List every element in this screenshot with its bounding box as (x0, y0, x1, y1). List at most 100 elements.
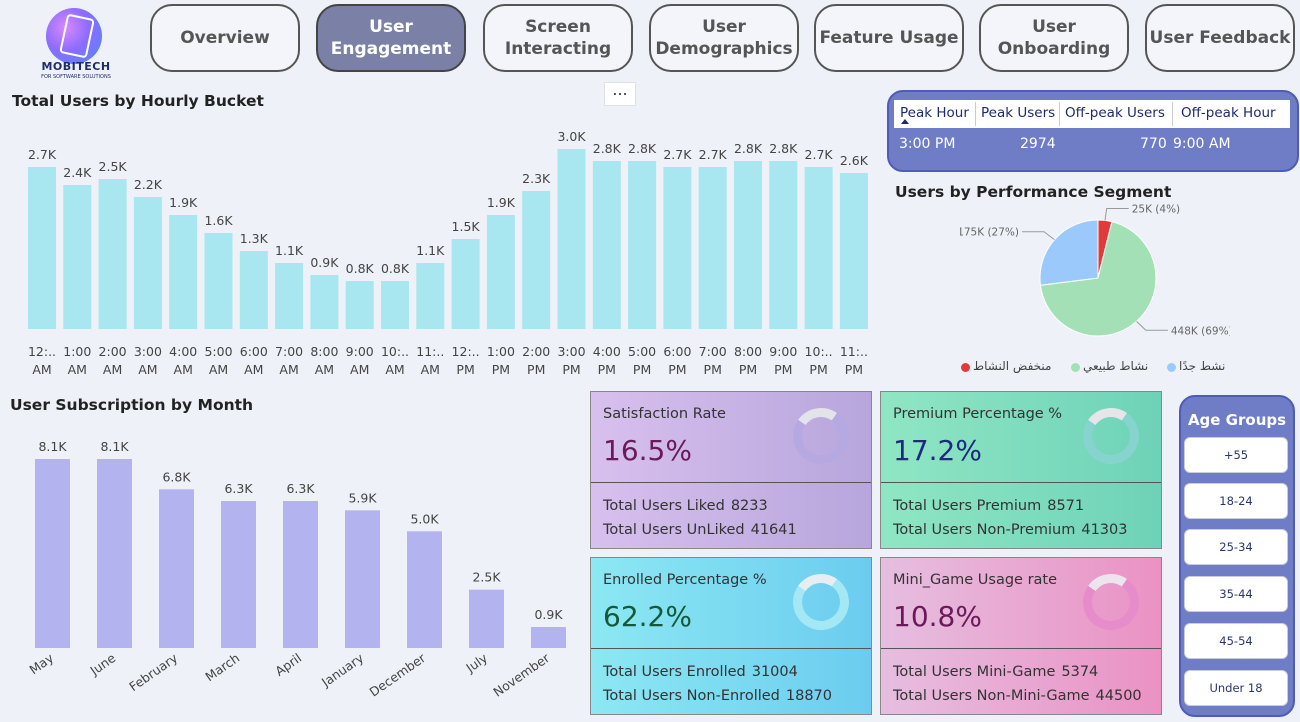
monthly-bar-chart: 8.1K May 8.1K June 6.8K February 6.3K March 6.3K… (26, 439, 566, 700)
pie-leader-line (1104, 208, 1129, 221)
hourly-bar (592, 161, 621, 329)
age-option-35-44[interactable]: 35-44 (1184, 576, 1288, 612)
monthly-bar (283, 501, 318, 648)
age-option-under-18[interactable]: Under 18 (1184, 670, 1288, 706)
detail-label: Total Users Mini-Game (893, 664, 1056, 680)
offpeak-users-value: 770 (1140, 136, 1167, 152)
hourly-data-label: 0.9K (310, 255, 339, 270)
logo-tagline: FOR SOFTWARE SOLUTIONS (41, 74, 111, 80)
hourly-tick-label: AM (350, 362, 369, 377)
monthly-data-label: 5.9K (348, 490, 377, 505)
satisfaction-card: Satisfaction Rate 16.5% Total Users Like… (590, 391, 872, 549)
pie-slice (1039, 219, 1099, 286)
hourly-chart-title: Total Users by Hourly Bucket (12, 92, 264, 110)
nav-overview-button[interactable]: Overview (150, 4, 300, 72)
nav-screen-interacting-button[interactable]: Screen Interacting (483, 4, 633, 72)
hourly-tick-label: AM (385, 362, 404, 377)
card-detail-2: Total Users Non-Enrolled 18870 (603, 688, 832, 704)
monthly-tick-label: April (272, 650, 304, 679)
hourly-bar (522, 191, 551, 329)
detail-label: Total Users Non-Premium (893, 522, 1076, 538)
hourly-tick-label: PM (598, 362, 616, 377)
divider (881, 482, 1161, 483)
hourly-bar (451, 239, 480, 329)
hourly-data-label: 2.4K (63, 165, 92, 180)
peak-hour-header[interactable]: Peak Hour (900, 105, 969, 121)
card-label: Satisfaction Rate (603, 406, 726, 422)
hourly-tick-label: 6:00 (663, 344, 691, 359)
hourly-tick-label: 7:00 (275, 344, 303, 359)
hourly-data-label: 1.5K (452, 219, 481, 234)
hourly-tick-label: PM (633, 362, 651, 377)
hourly-tick-label: 5:00 (204, 344, 232, 359)
monthly-tick-label: February (126, 650, 180, 694)
peak-hours-table: Peak Hour Peak Users Off-peak Users Off-… (887, 90, 1299, 172)
age-option-18-24[interactable]: 18-24 (1184, 483, 1288, 519)
age-option-45-54[interactable]: 45-54 (1184, 623, 1288, 659)
hourly-bar (557, 149, 586, 329)
card-label: Premium Percentage % (893, 406, 1063, 422)
monthly-bar (531, 627, 566, 648)
hourly-tick-label: 11:.. (416, 344, 444, 359)
legend-label-high: نشط جدًا (1179, 359, 1226, 373)
divider (881, 648, 1161, 649)
detail-label: Total Users Liked (603, 498, 725, 514)
offpeak-users-header[interactable]: Off-peak Users (1065, 105, 1165, 121)
pie-data-label: 25K (4%) (1132, 204, 1180, 216)
hourly-tick-label: PM (809, 362, 827, 377)
peak-users-value: 2974 (1020, 136, 1056, 152)
nav-user-onboarding-button[interactable]: User Onboarding (979, 4, 1129, 72)
monthly-bar (35, 459, 70, 648)
monthly-data-label: 8.1K (100, 439, 129, 454)
detail-value: 44500 (1095, 688, 1142, 704)
detail-label: Total Users Premium (893, 498, 1042, 514)
segment-pie-chart: 25K (4%) 448K (69%) 175K (27%) (960, 204, 1230, 338)
hourly-bar (486, 215, 515, 329)
satisfaction-ring-icon (788, 403, 854, 469)
monthly-bar (407, 531, 442, 648)
hourly-tick-label: PM (456, 362, 474, 377)
hourly-tick-label: PM (739, 362, 757, 377)
detail-label: Total Users Non-Enrolled (603, 688, 780, 704)
age-option-25-34[interactable]: 25-34 (1184, 529, 1288, 565)
card-detail-1: Total Users Mini-Game 5374 (893, 664, 1098, 680)
nav-user-engagement-button[interactable]: User Engagement (316, 4, 466, 72)
hourly-tick-label: 12:.. (28, 344, 56, 359)
peak-users-header[interactable]: Peak Users (981, 105, 1055, 121)
hourly-tick-label: 4:00 (169, 344, 197, 359)
legend-dot-icon (1071, 363, 1080, 372)
hourly-data-label: 2.6K (840, 153, 869, 168)
logo-name: MOBITECH (41, 60, 111, 73)
age-option-55-plus[interactable]: +55 (1184, 437, 1288, 473)
hourly-tick-label: AM (32, 362, 51, 377)
monthly-bar (97, 459, 132, 648)
card-detail-2: Total Users UnLiked 41641 (603, 522, 797, 538)
hourly-tick-label: 1:00 (63, 344, 91, 359)
pie-leader-line (1136, 320, 1168, 331)
hourly-bar-chart: 2.7K 12:.. AM 2.4K 1:00 AM 2.5K 2:00 AM 2.2K 3:00 A… (28, 129, 869, 377)
hourly-bar (381, 281, 409, 329)
card-value: 62.2% (603, 600, 692, 633)
card-detail-1: Total Users Liked 8233 (603, 498, 768, 514)
detail-value: 8571 (1047, 498, 1085, 514)
hourly-tick-label: AM (138, 362, 157, 377)
monthly-bar (221, 501, 256, 648)
hourly-tick-label: 11:.. (840, 344, 868, 359)
hourly-tick-label: PM (562, 362, 580, 377)
nav-user-demographics-button[interactable]: User Demographics (649, 4, 799, 72)
hourly-tick-label: AM (209, 362, 228, 377)
hourly-data-label: 2.8K (769, 141, 798, 156)
hourly-tick-label: 6:00 (240, 344, 268, 359)
hourly-tick-label: 8:00 (734, 344, 762, 359)
more-options-button[interactable]: ... (604, 82, 636, 106)
hourly-bar (839, 173, 868, 329)
offpeak-hour-header[interactable]: Off-peak Hour (1181, 105, 1276, 121)
hourly-tick-label: 9:00 (346, 344, 374, 359)
hourly-bar (239, 251, 268, 329)
nav-feature-usage-button[interactable]: Feature Usage (814, 4, 964, 72)
pie-data-label: 175K (27%) (960, 227, 1019, 239)
monthly-tick-label: January (318, 650, 367, 690)
nav-user-feedback-button[interactable]: User Feedback (1145, 4, 1295, 72)
column-divider (1172, 102, 1173, 126)
hourly-bar (734, 161, 762, 329)
